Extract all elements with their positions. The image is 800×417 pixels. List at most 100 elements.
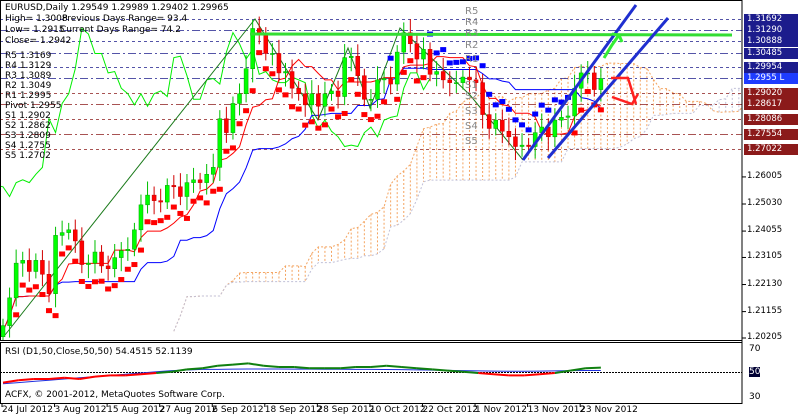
rsi-plot bbox=[0, 362, 742, 385]
rsi-segment bbox=[539, 372, 555, 376]
candle-body bbox=[73, 229, 78, 242]
sar-marker bbox=[197, 195, 204, 201]
channel-line-upper bbox=[521, 4, 638, 161]
date-label: 15 Aug 2012 bbox=[107, 405, 165, 415]
sar-marker bbox=[39, 292, 46, 298]
price-tick: 1.25030 bbox=[747, 198, 783, 208]
rsi-segment bbox=[432, 368, 448, 372]
price-label: 1.29954 bbox=[744, 62, 798, 74]
pivot-tag: R5 bbox=[465, 5, 479, 17]
sar-marker bbox=[321, 122, 328, 128]
pivot-tag: S2 bbox=[465, 91, 478, 103]
pivot-label: R5 1.3169 bbox=[5, 51, 52, 61]
rsi-segment bbox=[217, 363, 234, 367]
sar-marker bbox=[525, 127, 532, 133]
sar-marker bbox=[124, 266, 131, 272]
candle-body bbox=[217, 118, 223, 168]
candle-body bbox=[559, 117, 564, 121]
candle-body bbox=[132, 229, 137, 250]
candle-body bbox=[362, 75, 367, 100]
sar-marker bbox=[282, 92, 289, 98]
candle-body bbox=[92, 251, 98, 264]
candle-body bbox=[394, 51, 400, 85]
sar-marker bbox=[262, 66, 269, 72]
sar-marker bbox=[177, 210, 184, 216]
rsi-segment bbox=[125, 373, 142, 377]
green-resistance-line bbox=[249, 32, 733, 37]
sar-marker bbox=[59, 251, 66, 257]
sar-marker bbox=[519, 122, 526, 128]
candle-body bbox=[0, 325, 6, 337]
high-label: High= 1.3008 bbox=[5, 14, 68, 24]
candle-body bbox=[46, 274, 52, 294]
price-tick: 1.20205 bbox=[747, 331, 783, 342]
candle-body bbox=[526, 144, 531, 147]
sar-marker bbox=[446, 60, 453, 66]
rsi-segment bbox=[232, 362, 249, 366]
candle-body bbox=[184, 182, 190, 197]
candle-body bbox=[210, 167, 216, 175]
candle-body bbox=[296, 87, 301, 95]
sar-marker bbox=[157, 218, 164, 224]
candle-body bbox=[322, 93, 328, 107]
candle-body bbox=[506, 130, 512, 138]
candle-body bbox=[224, 118, 229, 133]
date-label: 22 Oct 2012 bbox=[422, 405, 479, 415]
sar-marker bbox=[486, 91, 493, 97]
rsi-segment bbox=[370, 364, 387, 368]
pivot-tag: R4 bbox=[465, 17, 479, 29]
sar-marker bbox=[440, 47, 447, 53]
rsi-segment bbox=[263, 364, 280, 368]
rsi-segment bbox=[48, 376, 65, 380]
rsi-segment bbox=[462, 370, 479, 374]
candle-body bbox=[309, 93, 315, 106]
sar-marker bbox=[505, 106, 512, 112]
candle-body bbox=[513, 136, 518, 147]
close-label: Close= 1.2942 bbox=[5, 36, 72, 46]
date-label: 1 Nov 2012 bbox=[475, 405, 527, 415]
candle-body bbox=[40, 260, 45, 275]
sar-marker bbox=[243, 108, 250, 114]
sar-marker bbox=[315, 125, 322, 131]
sar-marker bbox=[578, 107, 585, 113]
sar-marker bbox=[65, 245, 72, 251]
sar-marker bbox=[394, 96, 401, 102]
rsi-segment bbox=[248, 362, 264, 367]
rsi-segment bbox=[340, 366, 356, 370]
candle-body bbox=[329, 90, 334, 95]
sar-marker bbox=[91, 279, 98, 285]
rsi-segment bbox=[171, 368, 188, 373]
prev-range-label: Previous Days Range= 93.4 bbox=[62, 14, 188, 24]
sar-marker bbox=[381, 99, 388, 105]
price-tick: 1.23105 bbox=[747, 251, 783, 262]
sar-marker bbox=[335, 114, 342, 120]
date-label: 28 Sep 2012 bbox=[317, 405, 375, 415]
sar-marker bbox=[183, 215, 190, 221]
sar-marker bbox=[32, 284, 39, 290]
sar-marker bbox=[407, 58, 414, 64]
sar-marker bbox=[532, 111, 539, 117]
candle-body bbox=[66, 229, 71, 233]
candle-body bbox=[316, 93, 321, 107]
sar-marker bbox=[545, 107, 552, 113]
symbol-line: EURUSD,Daily 1.29549 1.29989 1.29402 1.2… bbox=[5, 3, 229, 13]
date-label: 10 Oct 2012 bbox=[369, 405, 426, 415]
candle-body bbox=[552, 119, 558, 138]
sar-marker bbox=[118, 277, 125, 283]
rsi-segment bbox=[524, 373, 540, 377]
candle-body bbox=[565, 115, 571, 118]
candle-body bbox=[342, 57, 347, 97]
sar-marker bbox=[249, 88, 256, 94]
price-tick: 1.24055 bbox=[747, 225, 783, 236]
sar-marker bbox=[413, 78, 420, 84]
pivot-label: R3 1.3089 bbox=[5, 71, 52, 81]
sar-marker bbox=[348, 77, 355, 83]
candle-body bbox=[283, 71, 288, 74]
sar-marker bbox=[105, 286, 112, 292]
candle-body bbox=[289, 71, 295, 89]
candle-body bbox=[598, 78, 604, 90]
sar-marker bbox=[19, 282, 26, 288]
price-label: 1.29020 bbox=[744, 88, 798, 100]
candle-body bbox=[125, 249, 131, 251]
price-label: 1.27022 bbox=[744, 143, 798, 155]
